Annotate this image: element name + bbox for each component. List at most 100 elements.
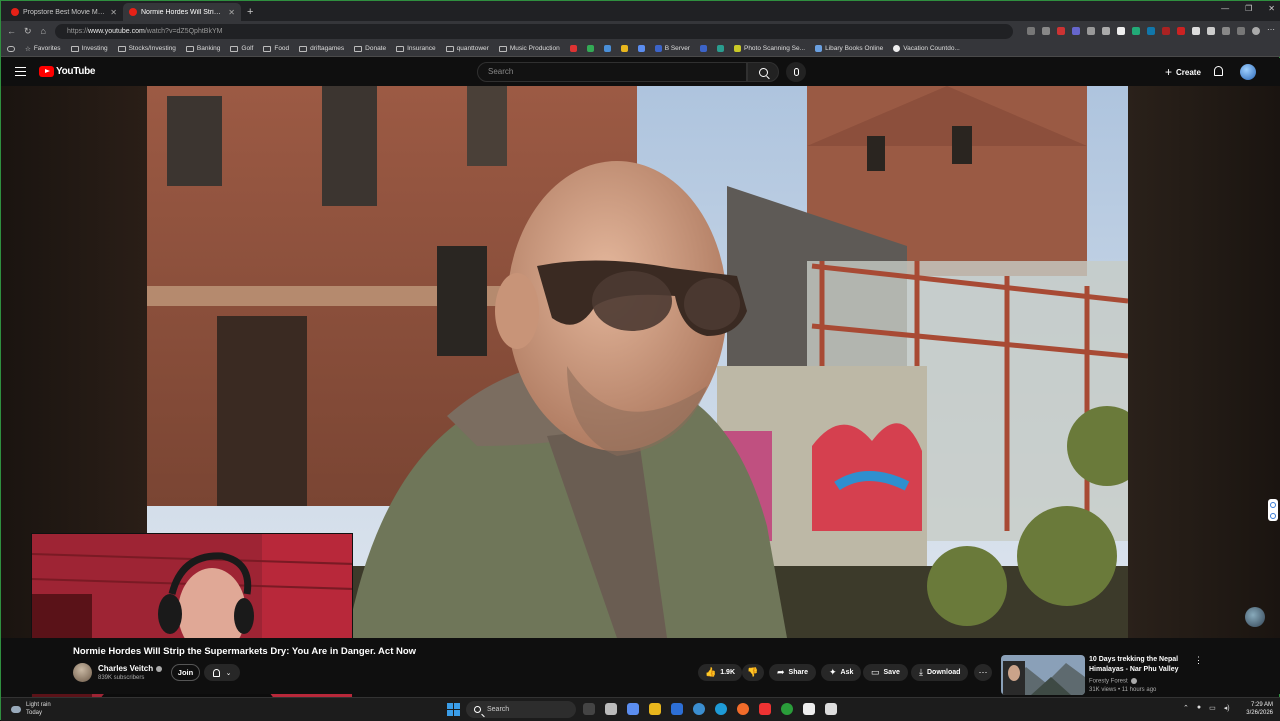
extension-icon[interactable]: [1117, 27, 1125, 35]
bookmark-quanttower[interactable]: quanttower: [445, 45, 489, 52]
bookmark-vacation-countdown[interactable]: Vacation Countdo...: [893, 45, 960, 52]
bookmark-site-u[interactable]: [699, 45, 707, 52]
bookmark-site-notes[interactable]: [620, 45, 628, 52]
bookmark-banking[interactable]: Banking: [185, 45, 220, 52]
bookmark-golf[interactable]: Golf: [230, 45, 253, 52]
extension-icon[interactable]: [1162, 27, 1170, 35]
word-icon[interactable]: [671, 703, 683, 715]
bookmark-investing[interactable]: Investing: [70, 45, 108, 52]
bookmark-site-calendar[interactable]: [603, 45, 611, 52]
search-input[interactable]: Search: [477, 62, 747, 82]
like-button[interactable]: 👍 1.9K: [698, 664, 742, 681]
more-actions-button[interactable]: ⋯: [974, 664, 992, 681]
save-button[interactable]: ▭ Save: [863, 664, 908, 681]
weather-condition: Light rain: [26, 702, 51, 708]
extensions-puzzle-icon[interactable]: [1222, 27, 1230, 35]
maximize-icon[interactable]: ❐: [1245, 4, 1252, 13]
file-explorer-icon[interactable]: [649, 703, 661, 715]
grid-icon[interactable]: [1027, 27, 1035, 35]
settings-gear-icon[interactable]: [605, 703, 617, 715]
youtube-logo[interactable]: YouTube: [39, 66, 96, 77]
reload-icon[interactable]: ↻: [24, 26, 32, 37]
chevron-up-icon[interactable]: ⌃: [1183, 704, 1189, 712]
recommended-more-icon[interactable]: ⋮: [1194, 655, 1203, 666]
edge-browser-icon[interactable]: [693, 703, 705, 715]
weather-widget[interactable]: Light rain Today: [11, 701, 51, 717]
windows-start-icon[interactable]: [447, 703, 460, 716]
browser-icon[interactable]: [715, 703, 727, 715]
bookmark-site-phone[interactable]: [586, 45, 594, 52]
task-view-icon[interactable]: [583, 703, 595, 715]
firefox-icon[interactable]: [737, 703, 749, 715]
profile-avatar-icon[interactable]: [1252, 27, 1260, 35]
close-tab-icon[interactable]: ✕: [228, 8, 235, 17]
home-icon[interactable]: ⌂: [40, 26, 47, 36]
extension-icon[interactable]: [1057, 27, 1065, 35]
widgets-icon[interactable]: [627, 703, 639, 715]
bookmark-stocks-investing[interactable]: Stocks/Investing: [117, 45, 176, 52]
share-button[interactable]: ➦ Share: [769, 664, 817, 681]
bookmark-music-production[interactable]: Music Production: [498, 45, 560, 52]
guide-menu-icon[interactable]: [15, 67, 26, 76]
extension-icon[interactable]: [1147, 27, 1155, 35]
dislike-button[interactable]: 👎: [742, 664, 764, 681]
app-icon[interactable]: [825, 703, 837, 715]
recommended-video-title[interactable]: 10 Days trekking the Nepal Himalayas - N…: [1089, 655, 1189, 674]
back-icon[interactable]: ←: [7, 26, 16, 36]
bookmark-driftagames[interactable]: driftagames: [299, 45, 344, 52]
download-button[interactable]: ⤓ Download: [911, 664, 969, 681]
bookmark-donate[interactable]: Donate: [354, 45, 386, 52]
extension-icon[interactable]: [1192, 27, 1200, 35]
video-player[interactable]: [1, 86, 1280, 713]
channel-avatar[interactable]: [73, 663, 92, 682]
extension-icon[interactable]: [1102, 27, 1110, 35]
tab-propstore[interactable]: Propstore Best Movie Memorabili... ✕: [5, 3, 123, 21]
bookmark-favorites[interactable]: ☆ Favorites: [25, 45, 61, 53]
bookmark-site-arrow[interactable]: [716, 45, 724, 52]
star-icon[interactable]: [1042, 27, 1050, 35]
new-tab-icon[interactable]: +: [247, 6, 253, 18]
split-view-icon[interactable]: [1237, 27, 1245, 35]
channel-name-link[interactable]: Charles Veitch: [98, 664, 163, 673]
join-button[interactable]: Join: [171, 664, 200, 681]
ask-button[interactable]: ✦ Ask: [821, 664, 862, 681]
store-icon[interactable]: [803, 703, 815, 715]
search-icon: [474, 706, 481, 713]
notifications-bell-icon[interactable]: [1214, 66, 1223, 76]
brave-icon[interactable]: [759, 703, 771, 715]
bookmark-site-docs[interactable]: [637, 45, 645, 52]
bookmark-b-server[interactable]: B Server: [654, 45, 690, 52]
xbox-icon[interactable]: [781, 703, 793, 715]
floating-globe-icon[interactable]: [1245, 607, 1265, 627]
create-button[interactable]: + Create: [1157, 63, 1209, 81]
subscription-notifications-button[interactable]: ⌄: [204, 664, 240, 681]
bookmark-site-gmail[interactable]: [569, 45, 577, 52]
voice-search-button[interactable]: [786, 62, 806, 82]
taskbar-clock[interactable]: 7:29 AM 3/26/2026: [1241, 701, 1273, 717]
bookmark-insurance[interactable]: Insurance: [396, 45, 436, 52]
recommended-video-thumbnail[interactable]: [1001, 655, 1085, 695]
extension-icon[interactable]: [1207, 27, 1215, 35]
tab-current-video[interactable]: Normie Hordes Will Strip the... ✕: [123, 3, 241, 21]
extension-icon[interactable]: [1177, 27, 1185, 35]
monitor-icon[interactable]: ▭: [1209, 704, 1216, 712]
bookmark-food[interactable]: Food: [263, 45, 289, 52]
taskbar-search[interactable]: Search: [466, 701, 576, 718]
extension-icon[interactable]: [1132, 27, 1140, 35]
more-menu-icon[interactable]: ⋯: [1267, 26, 1275, 35]
extension-icon[interactable]: [1072, 27, 1080, 35]
url-field[interactable]: https://www.youtube.com/watch?v=dZ5QphtB…: [55, 23, 1013, 39]
recommended-channel[interactable]: Foresty Forest: [1089, 678, 1137, 685]
search-button[interactable]: [747, 62, 779, 82]
close-window-icon[interactable]: ✕: [1268, 4, 1275, 13]
microphone-icon[interactable]: ●: [1197, 704, 1201, 712]
account-avatar[interactable]: [1240, 64, 1256, 80]
sidebar-toggle-icon[interactable]: [7, 45, 15, 52]
minimize-icon[interactable]: —: [1221, 4, 1229, 13]
bookmark-library-books[interactable]: Libary Books Online: [815, 45, 883, 52]
page-side-handle[interactable]: [1268, 499, 1278, 521]
bookmark-photo-scanning[interactable]: Photo Scanning Se...: [733, 45, 805, 52]
speaker-icon[interactable]: ◂): [1224, 704, 1230, 712]
extension-icon[interactable]: [1087, 27, 1095, 35]
close-tab-icon[interactable]: ✕: [110, 8, 117, 17]
